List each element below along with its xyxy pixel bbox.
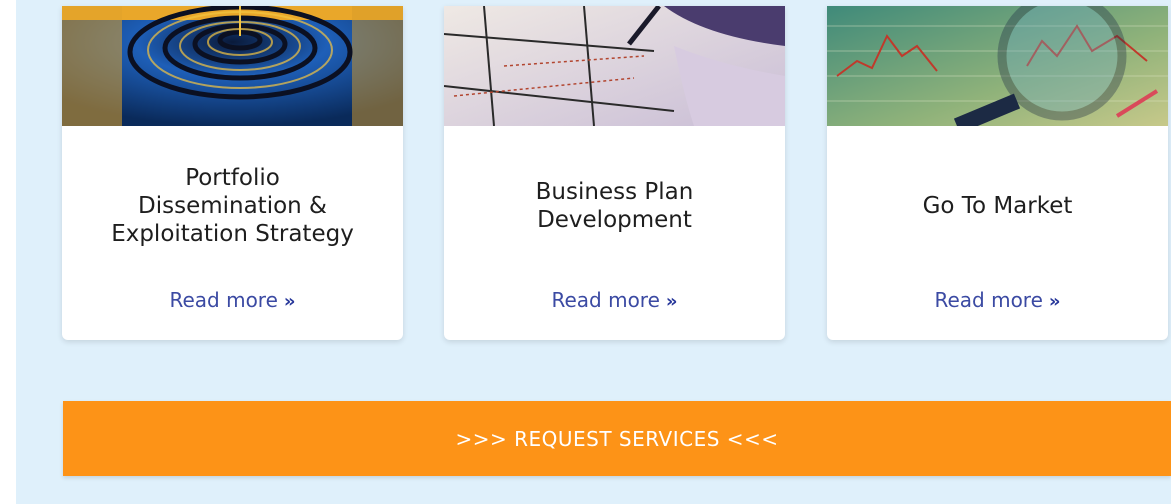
service-card-portfolio: Portfolio Dissemination & Exploitation S… bbox=[62, 6, 403, 340]
read-more-link[interactable]: Read more» bbox=[62, 288, 403, 312]
business-plan-sketch-image bbox=[444, 6, 785, 126]
card-title: Business Plan Development bbox=[535, 179, 694, 233]
request-services-label: >>> REQUEST SERVICES <<< bbox=[455, 426, 779, 451]
request-services-button[interactable]: >>> REQUEST SERVICES <<< bbox=[63, 401, 1171, 476]
double-chevron-right-icon: » bbox=[665, 291, 678, 312]
double-chevron-right-icon: » bbox=[283, 291, 296, 312]
services-section: Portfolio Dissemination & Exploitation S… bbox=[16, 0, 1171, 504]
double-chevron-right-icon: » bbox=[1048, 291, 1061, 312]
read-more-label: Read more bbox=[551, 288, 660, 312]
read-more-label: Read more bbox=[169, 288, 278, 312]
service-card-go-to-market: Go To Market Read more» bbox=[827, 6, 1168, 340]
read-more-link[interactable]: Read more» bbox=[827, 288, 1168, 312]
card-title: Go To Market bbox=[922, 193, 1073, 219]
service-card-business-plan: Business Plan Development Read more» bbox=[444, 6, 785, 340]
water-ripple-image bbox=[62, 6, 403, 126]
read-more-link[interactable]: Read more» bbox=[444, 288, 785, 312]
magnifier-chart-image bbox=[827, 6, 1168, 126]
card-title: Portfolio Dissemination & Exploitation S… bbox=[111, 165, 354, 247]
read-more-label: Read more bbox=[934, 288, 1043, 312]
